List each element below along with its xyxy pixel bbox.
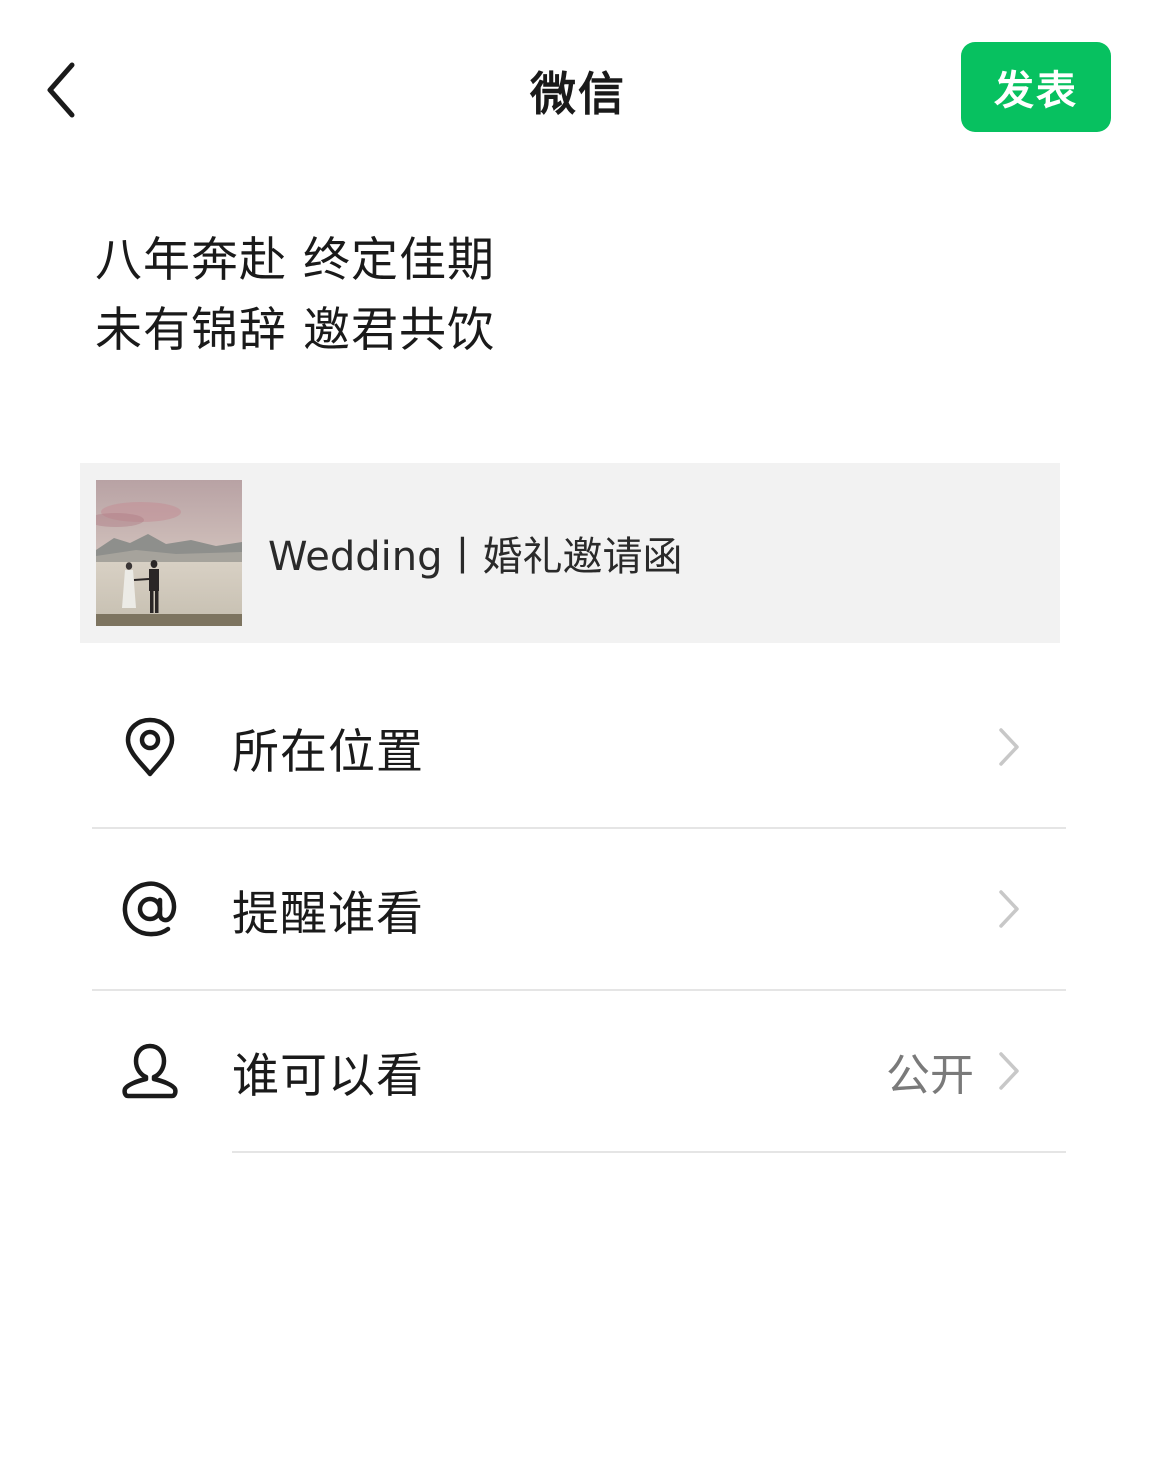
location-row[interactable]: 所在位置 [0, 666, 1156, 828]
row-divider [232, 1151, 1066, 1153]
link-card-title: Wedding丨婚礼邀请函 [268, 534, 683, 580]
header-bar: 微信 发表 [0, 0, 1156, 180]
location-pin-icon [118, 715, 182, 779]
visibility-value: 公开 [886, 1050, 974, 1101]
post-text-line: 八年奔赴 终定佳期 [95, 233, 495, 288]
publish-button[interactable]: 发表 [961, 42, 1111, 132]
visibility-label: 谁可以看 [232, 1048, 424, 1104]
chevron-right-icon [999, 728, 1019, 766]
at-sign-icon [118, 877, 182, 941]
post-text-line: 未有锦辞 邀君共饮 [95, 303, 495, 358]
chevron-right-icon [999, 1052, 1019, 1090]
person-icon [118, 1039, 182, 1103]
link-thumbnail [96, 480, 242, 626]
mention-label: 提醒谁看 [232, 886, 424, 942]
mention-row[interactable]: 提醒谁看 [0, 828, 1156, 990]
post-text-area[interactable]: 八年奔赴 终定佳期 未有锦辞 邀君共饮 [95, 226, 995, 366]
visibility-row[interactable]: 谁可以看 公开 [0, 990, 1156, 1152]
link-card[interactable]: Wedding丨婚礼邀请函 [80, 463, 1060, 643]
location-label: 所在位置 [232, 724, 424, 780]
chevron-right-icon [999, 890, 1019, 928]
